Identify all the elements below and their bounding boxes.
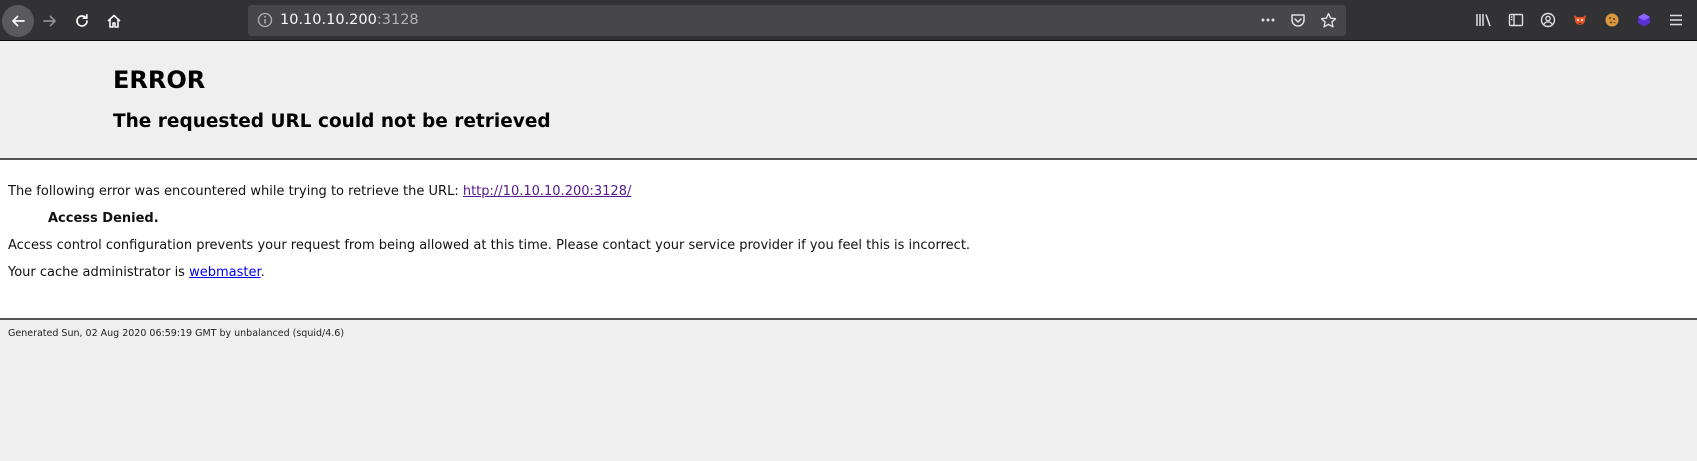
forward-button[interactable] [34, 5, 66, 37]
intro-text: The following error was encountered whil… [8, 184, 463, 199]
requested-url-link[interactable]: http://10.10.10.200:3128/ [463, 184, 632, 199]
extension-cube-icon[interactable] [1633, 9, 1655, 31]
url-text[interactable]: 10.10.10.200:3128 [280, 11, 419, 29]
hamburger-menu-icon[interactable] [1665, 9, 1687, 31]
address-bar[interactable]: 10.10.10.200:3128 [248, 5, 1346, 36]
generated-footer: Generated Sun, 02 Aug 2020 06:59:19 GMT … [8, 328, 345, 339]
forward-arrow-icon [42, 13, 58, 29]
cookie-icon[interactable] [1601, 9, 1623, 31]
error-description: Access control configuration prevents yo… [8, 238, 971, 253]
pocket-icon[interactable] [1288, 10, 1308, 30]
admin-line: Your cache administrator is webmaster. [8, 265, 265, 280]
page-title: ERROR [113, 66, 206, 94]
info-icon[interactable] [257, 12, 273, 32]
admin-text: Your cache administrator is [8, 265, 190, 280]
intro-line: The following error was encountered whil… [8, 184, 631, 199]
page-subtitle: The requested URL could not be retrieved [113, 111, 551, 132]
url-port: :3128 [376, 12, 419, 28]
account-icon[interactable] [1537, 9, 1559, 31]
sidebar-icon[interactable] [1505, 9, 1527, 31]
home-icon [106, 13, 122, 29]
reload-button[interactable] [66, 5, 98, 37]
error-header: ERROR The requested URL could not be ret… [0, 41, 1697, 160]
error-page: ERROR The requested URL could not be ret… [0, 41, 1697, 461]
extension-fox-icon[interactable] [1569, 9, 1591, 31]
url-host: 10.10.10.200 [280, 12, 377, 28]
library-icon[interactable] [1473, 9, 1495, 31]
error-label: Access Denied. [48, 211, 159, 226]
bookmark-star-icon[interactable] [1318, 10, 1338, 30]
error-content: The following error was encountered whil… [0, 160, 1697, 320]
back-button[interactable] [2, 5, 34, 37]
webmaster-link[interactable]: webmaster [189, 265, 261, 280]
more-dots-icon[interactable] [1258, 10, 1278, 30]
back-arrow-icon [10, 13, 26, 29]
admin-suffix: . [260, 265, 265, 280]
reload-icon [74, 13, 90, 29]
browser-toolbar: 10.10.10.200:3128 [0, 0, 1697, 41]
home-button[interactable] [98, 5, 130, 37]
